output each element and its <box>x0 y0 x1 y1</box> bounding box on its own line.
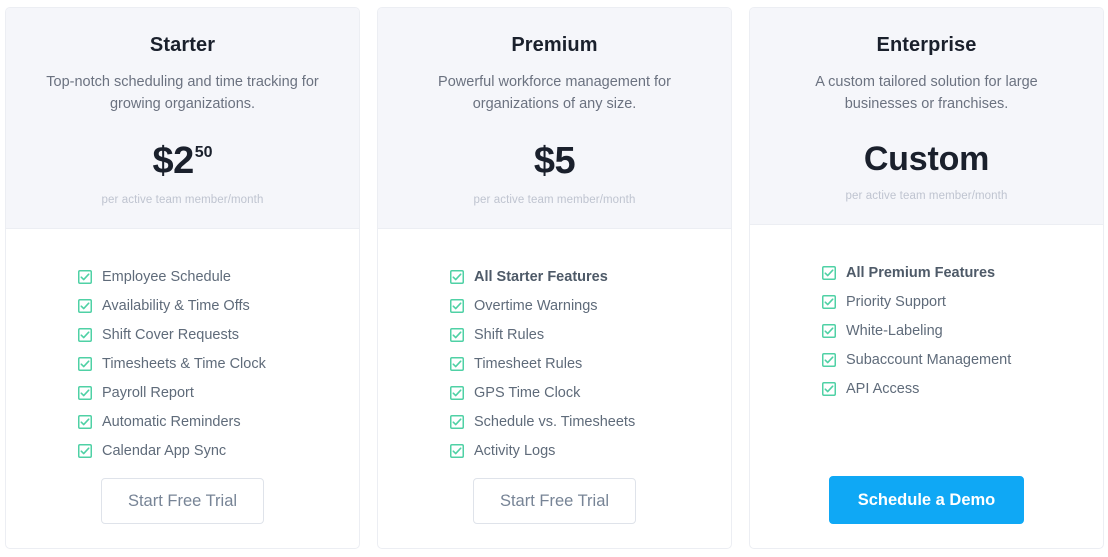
feature-item: Employee Schedule <box>78 269 359 285</box>
feature-label: GPS Time Clock <box>474 385 581 401</box>
checkbox-checked-icon <box>450 357 464 371</box>
plan-description: A custom tailored solution for large bus… <box>815 74 1038 113</box>
feature-label: All Starter Features <box>474 269 608 285</box>
plan-price-note: per active team member/month <box>845 190 1008 202</box>
feature-label: Automatic Reminders <box>102 414 241 430</box>
plan-price-amount: Custom <box>863 140 990 178</box>
feature-item: Payroll Report <box>78 385 359 401</box>
feature-item: All Starter Features <box>450 269 731 285</box>
plan-features: Employee Schedule Availability & Time Of… <box>6 229 359 478</box>
checkbox-checked-icon <box>78 415 92 429</box>
checkbox-checked-icon <box>78 328 92 342</box>
feature-label: All Premium Features <box>846 265 996 281</box>
checkbox-checked-icon <box>822 382 836 396</box>
feature-label: Shift Cover Requests <box>102 327 240 343</box>
checkbox-checked-icon <box>78 270 92 284</box>
feature-label: Priority Support <box>846 294 946 310</box>
plan-price-note: per active team member/month <box>473 194 636 206</box>
checkbox-checked-icon <box>450 415 464 429</box>
checkbox-checked-icon <box>450 299 464 313</box>
feature-label: API Access <box>846 381 920 397</box>
plan-features: All Premium Features Priority Support Wh… <box>750 225 1103 476</box>
checkbox-checked-icon <box>822 324 836 338</box>
feature-item: API Access <box>822 381 1103 397</box>
checkbox-checked-icon <box>450 444 464 458</box>
start-free-trial-button[interactable]: Start Free Trial <box>100 477 265 524</box>
plan-footer: Start Free Trial <box>6 477 359 549</box>
feature-item: Shift Rules <box>450 327 731 343</box>
plan-title: Premium <box>511 34 598 56</box>
schedule-demo-button[interactable]: Schedule a Demo <box>828 475 1025 524</box>
feature-item: Shift Cover Requests <box>78 327 359 343</box>
plan-price: $2 50 <box>26 142 339 180</box>
plan-price: $5 <box>398 142 711 180</box>
start-free-trial-button[interactable]: Start Free Trial <box>472 477 637 524</box>
feature-label: Shift Rules <box>474 327 545 343</box>
feature-label: Payroll Report <box>102 385 194 401</box>
feature-label: Subaccount Management <box>846 352 1012 368</box>
feature-item: All Premium Features <box>822 265 1103 281</box>
feature-item: Overtime Warnings <box>450 298 731 314</box>
checkbox-checked-icon <box>450 328 464 342</box>
plan-price-amount: $2 <box>152 140 194 182</box>
feature-label: Overtime Warnings <box>474 298 598 314</box>
plan-title: Enterprise <box>876 34 977 56</box>
feature-item: White-Labeling <box>822 323 1103 339</box>
plan-header: Premium Powerful workforce management fo… <box>378 8 731 229</box>
plan-price-amount: $5 <box>533 140 576 182</box>
feature-item: Timesheet Rules <box>450 356 731 372</box>
checkbox-checked-icon <box>78 299 92 313</box>
plan-price-cents: 50 <box>194 144 213 161</box>
feature-item: Calendar App Sync <box>78 443 359 459</box>
plan-header: Starter Top-notch scheduling and time tr… <box>6 8 359 229</box>
feature-label: Calendar App Sync <box>102 443 227 459</box>
checkbox-checked-icon <box>78 444 92 458</box>
plan-features: All Starter Features Overtime Warnings S… <box>378 229 731 478</box>
plan-card-enterprise: Enterprise A custom tailored solution fo… <box>749 7 1104 549</box>
plan-card-starter: Starter Top-notch scheduling and time tr… <box>5 7 360 549</box>
checkbox-checked-icon <box>822 266 836 280</box>
checkbox-checked-icon <box>78 357 92 371</box>
plan-price: Custom <box>770 142 1083 176</box>
feature-list: Employee Schedule Availability & Time Of… <box>78 269 359 459</box>
feature-label: Timesheet Rules <box>474 356 583 372</box>
feature-label: Activity Logs <box>474 443 556 459</box>
feature-label: White-Labeling <box>846 323 943 339</box>
plan-description: Top-notch scheduling and time tracking f… <box>46 74 319 113</box>
feature-list: All Premium Features Priority Support Wh… <box>822 265 1103 397</box>
plan-header: Enterprise A custom tailored solution fo… <box>750 8 1103 225</box>
checkbox-checked-icon <box>450 270 464 284</box>
feature-label: Schedule vs. Timesheets <box>474 414 636 430</box>
checkbox-checked-icon <box>78 386 92 400</box>
feature-item: Activity Logs <box>450 443 731 459</box>
feature-item: Schedule vs. Timesheets <box>450 414 731 430</box>
feature-item: Automatic Reminders <box>78 414 359 430</box>
feature-label: Employee Schedule <box>102 269 231 285</box>
plan-footer: Start Free Trial <box>378 477 731 549</box>
feature-item: Subaccount Management <box>822 352 1103 368</box>
feature-item: Availability & Time Offs <box>78 298 359 314</box>
feature-item: Priority Support <box>822 294 1103 310</box>
pricing-plans-grid: Starter Top-notch scheduling and time tr… <box>0 0 1108 557</box>
checkbox-checked-icon <box>822 353 836 367</box>
checkbox-checked-icon <box>450 386 464 400</box>
feature-label: Timesheets & Time Clock <box>102 356 266 372</box>
plan-card-premium: Premium Powerful workforce management fo… <box>377 7 732 549</box>
feature-item: Timesheets & Time Clock <box>78 356 359 372</box>
plan-price-note: per active team member/month <box>101 194 264 206</box>
feature-item: GPS Time Clock <box>450 385 731 401</box>
plan-footer: Schedule a Demo <box>750 475 1103 549</box>
checkbox-checked-icon <box>822 295 836 309</box>
feature-label: Availability & Time Offs <box>102 298 250 314</box>
feature-list: All Starter Features Overtime Warnings S… <box>450 269 731 459</box>
plan-title: Starter <box>149 34 216 56</box>
plan-description: Powerful workforce management for organi… <box>438 74 671 113</box>
